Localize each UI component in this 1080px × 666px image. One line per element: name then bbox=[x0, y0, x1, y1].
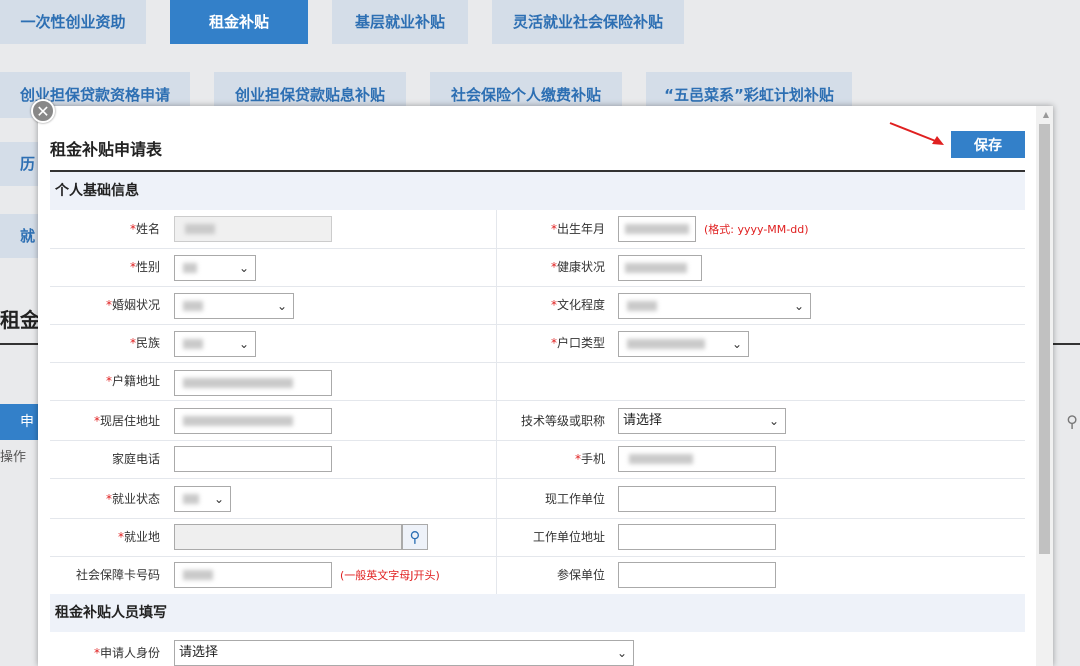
label-health: *健康状况 bbox=[550, 260, 605, 274]
chevron-down-icon: ⌄ bbox=[768, 414, 779, 428]
tab-fragment-employment[interactable]: 就 bbox=[0, 214, 38, 258]
label-birth: *出生年月 bbox=[550, 222, 605, 236]
chevron-down-icon: ⌄ bbox=[616, 646, 627, 660]
redacted-value bbox=[627, 301, 657, 311]
hukou-address-field[interactable] bbox=[174, 370, 332, 396]
scrollbar[interactable]: ▲ bbox=[1036, 106, 1053, 666]
close-icon[interactable]: ✕ bbox=[31, 99, 55, 123]
birth-date-field[interactable] bbox=[618, 216, 696, 242]
work-unit-field[interactable] bbox=[618, 486, 776, 512]
label-work-unit: 现工作单位 bbox=[544, 492, 605, 506]
label-insured-unit: 参保单位 bbox=[556, 568, 605, 582]
tab-grassroots-employment[interactable]: 基层就业补贴 bbox=[332, 0, 468, 44]
label-applicant-identity: *申请人身份 bbox=[93, 646, 160, 660]
row-divider bbox=[50, 362, 1025, 363]
scroll-up-icon[interactable]: ▲ bbox=[1043, 110, 1049, 119]
save-button[interactable]: 保存 bbox=[951, 131, 1025, 158]
tech-level-select[interactable]: 请选择 ⌄ bbox=[618, 408, 786, 434]
hukou-type-select[interactable]: ⌄ bbox=[618, 331, 749, 357]
insured-unit-field[interactable] bbox=[618, 562, 776, 588]
background-op-label: 操作 bbox=[0, 450, 27, 465]
chevron-down-icon: ⌄ bbox=[731, 337, 742, 351]
tech-level-value: 请选择 bbox=[623, 413, 663, 428]
arrow-annotation-icon bbox=[889, 122, 944, 145]
row-divider bbox=[50, 478, 1025, 479]
tab-startup-subsidy[interactable]: 一次性创业资助 bbox=[0, 0, 146, 44]
applicant-identity-select[interactable]: 请选择 ⌄ bbox=[174, 640, 634, 666]
health-field[interactable] bbox=[618, 255, 702, 281]
applicant-identity-value: 请选择 bbox=[179, 645, 219, 660]
label-hukou-address: *户籍地址 bbox=[105, 374, 160, 388]
label-hukou-type: *户口类型 bbox=[550, 336, 605, 350]
work-address-field[interactable] bbox=[618, 524, 776, 550]
label-tech-level: 技术等级或职称 bbox=[520, 414, 605, 428]
background-page-heading: 租金 bbox=[0, 308, 40, 332]
section-applicant: 租金补贴人员填写 bbox=[50, 594, 1025, 632]
search-icon[interactable]: ⚲ bbox=[1066, 412, 1078, 431]
row-divider bbox=[50, 400, 1025, 401]
rent-subsidy-dialog: 租金补贴申请表 保存 ▲ 个人基础信息 *姓名 *出生年月 (格式: yyyy-… bbox=[38, 106, 1053, 666]
redacted-value bbox=[625, 263, 687, 273]
chevron-down-icon: ⌄ bbox=[793, 299, 804, 313]
dialog-title: 租金补贴申请表 bbox=[50, 140, 163, 159]
tab-rent-subsidy[interactable]: 租金补贴 bbox=[170, 0, 308, 44]
redacted-value bbox=[627, 339, 705, 349]
label-work-address: 工作单位地址 bbox=[532, 530, 605, 544]
redacted-value bbox=[629, 454, 693, 464]
label-education: *文化程度 bbox=[550, 298, 605, 312]
tab-fragment-history[interactable]: 历 bbox=[0, 142, 38, 186]
mobile-field[interactable] bbox=[618, 446, 776, 472]
label-mobile: *手机 bbox=[574, 452, 605, 466]
tab-flexible-employment-insurance[interactable]: 灵活就业社会保险补贴 bbox=[492, 0, 684, 44]
education-select[interactable]: ⌄ bbox=[618, 293, 811, 319]
scroll-thumb[interactable] bbox=[1039, 124, 1050, 554]
redacted-value bbox=[625, 224, 689, 234]
redacted-value bbox=[183, 378, 293, 388]
birth-format-hint: (格式: yyyy-MM-dd) bbox=[704, 223, 809, 236]
section-basic-info: 个人基础信息 bbox=[50, 172, 1025, 210]
